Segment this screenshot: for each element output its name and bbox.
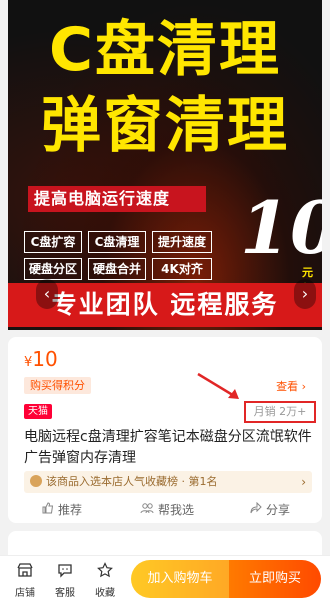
- customer-service-label: 客服: [55, 588, 75, 599]
- recommend-button[interactable]: 推荐: [42, 499, 82, 521]
- buy-now-button[interactable]: 立即购买: [229, 560, 321, 598]
- recommend-label: 推荐: [58, 503, 83, 517]
- share-icon: [250, 502, 262, 514]
- hero-tag: 4K对齐: [152, 258, 212, 280]
- users-icon: [140, 503, 154, 514]
- action-row: 推荐 帮我选 分享: [8, 499, 322, 521]
- annotation-arrow: [197, 372, 239, 399]
- favorite-button[interactable]: 收藏: [87, 562, 123, 599]
- carousel-prev-button[interactable]: ‹: [36, 279, 58, 309]
- monthly-sales: 月销 2万+: [244, 401, 316, 423]
- hero-headline-1: C盘清理: [48, 15, 282, 85]
- price: ¥10: [24, 347, 58, 371]
- store-icon: [7, 562, 43, 584]
- star-icon: [87, 562, 123, 584]
- add-to-cart-button[interactable]: 加入购物车: [131, 560, 229, 598]
- product-page: C盘清理 弹窗清理 提高电脑运行速度 C盘扩容 C盘清理 提升速度 硬盘分区 硬…: [0, 0, 330, 615]
- share-button[interactable]: 分享: [250, 499, 290, 521]
- tmall-badge: 天猫: [24, 404, 52, 419]
- hero-tag: 硬盘分区: [24, 258, 82, 280]
- hero-tag: 提升速度: [152, 231, 212, 253]
- hero-tag: 硬盘合并: [88, 258, 146, 280]
- share-label: 分享: [266, 503, 291, 517]
- product-title: 电脑远程c盘清理扩容笔记本磁盘分区流氓软件广告弹窗内存清理: [24, 429, 312, 466]
- carousel-next-button[interactable]: ›: [294, 279, 316, 309]
- hero-banner[interactable]: C盘清理 弹窗清理 提高电脑运行速度 C盘扩容 C盘清理 提升速度 硬盘分区 硬…: [8, 0, 322, 330]
- rank-banner[interactable]: 该商品入选本店人气收藏榜 · 第1名 ›: [24, 471, 312, 493]
- points-badge: 购买得积分: [24, 377, 91, 394]
- hero-headline-2: 弹窗清理: [41, 91, 289, 161]
- medal-icon: [30, 475, 42, 487]
- hero-tag: C盘扩容: [24, 231, 82, 253]
- store-label: 店铺: [15, 588, 35, 599]
- thumb-icon: [42, 502, 54, 514]
- store-button[interactable]: 店铺: [7, 562, 43, 599]
- view-link[interactable]: 查看 ›: [276, 378, 306, 394]
- hero-tag: C盘清理: [88, 231, 146, 253]
- hero-subtitle: 提高电脑运行速度: [28, 186, 206, 212]
- help-choose-label: 帮我选: [158, 503, 195, 517]
- price-value: 10: [32, 347, 58, 371]
- customer-service-button[interactable]: 客服: [47, 562, 83, 599]
- favorite-label: 收藏: [95, 588, 115, 599]
- chat-icon: [47, 562, 83, 584]
- bottom-bar: 店铺 客服 收藏 加入购物车 立即购买: [0, 555, 330, 615]
- hero-price-number: 10: [240, 185, 322, 270]
- product-card: ¥10 购买得积分 查看 › 天猫 月销 2万+ 电脑远程c盘清理扩容笔记本磁盘…: [8, 337, 322, 523]
- help-choose-button[interactable]: 帮我选: [140, 499, 194, 521]
- rank-text: 该商品入选本店人气收藏榜 · 第1名: [46, 475, 218, 488]
- chevron-right-icon: ›: [301, 475, 306, 489]
